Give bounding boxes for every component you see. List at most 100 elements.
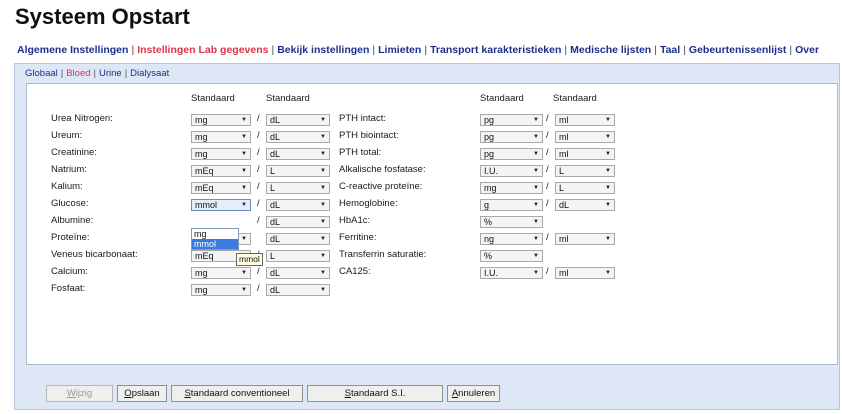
button-opslaan[interactable]: Opslaan	[117, 385, 167, 402]
left-per-select[interactable]: dL ▼	[266, 216, 330, 228]
sub-tab-2[interactable]: Urine	[96, 68, 125, 79]
sub-tab-1[interactable]: Bloed	[63, 68, 93, 79]
right-per-select[interactable]: ml ▼	[555, 148, 615, 160]
left-unit-select[interactable]: mmol ▼	[191, 199, 251, 211]
chevron-down-icon: ▼	[533, 185, 539, 191]
button-wijzig[interactable]: Wijzig	[46, 385, 113, 402]
main-tab-7[interactable]: Gebeurtenissenlijst	[686, 44, 789, 56]
left-unit-select[interactable]: mg ▼	[191, 131, 251, 143]
chevron-down-icon: ▼	[605, 151, 611, 157]
right-unit-select[interactable]: ng ▼	[480, 233, 543, 245]
chevron-down-icon: ▼	[605, 236, 611, 242]
left-per-select[interactable]: L ▼	[266, 182, 330, 194]
main-tab-5[interactable]: Medische lijsten	[567, 44, 654, 56]
right-unit-select[interactable]: g ▼	[480, 199, 543, 211]
sub-tab-0[interactable]: Globaal	[22, 68, 61, 79]
chevron-down-icon: ▼	[605, 202, 611, 208]
main-tab-3[interactable]: Limieten	[375, 44, 424, 56]
right-unit-select-value: pg	[484, 132, 495, 142]
left-unit-select-value: mEq	[195, 183, 214, 193]
chevron-down-icon: ▼	[533, 202, 539, 208]
unit-separator: /	[257, 181, 260, 192]
left-per-select[interactable]: L ▼	[266, 165, 330, 177]
left-unit-select[interactable]: mEq ▼	[191, 182, 251, 194]
left-row-label: Calcium:	[51, 266, 88, 277]
unit-separator: /	[546, 232, 549, 243]
right-unit-select[interactable]: I.U. ▼	[480, 267, 543, 279]
left-unit-select[interactable]: mg ▼	[191, 114, 251, 126]
right-row-label: HbA1c:	[339, 215, 371, 226]
main-tab-2[interactable]: Bekijk instellingen	[274, 44, 372, 56]
unit-separator: /	[257, 215, 260, 226]
right-unit-select-value: ng	[484, 234, 495, 244]
chevron-down-icon: ▼	[320, 236, 326, 242]
left-per-select[interactable]: dL ▼	[266, 199, 330, 211]
button-standaard-s-i-[interactable]: Standaard S.I.	[307, 385, 443, 402]
right-per-select[interactable]: L ▼	[555, 165, 615, 177]
left-unit-select[interactable]: mEq ▼	[191, 165, 251, 177]
unit-separator: /	[546, 164, 549, 175]
main-tab-6[interactable]: Taal	[657, 44, 683, 56]
left-per-select-value: dL	[270, 234, 281, 244]
left-row-label: Natrium:	[51, 164, 87, 175]
left-per-select[interactable]: dL ▼	[266, 114, 330, 126]
right-unit-select[interactable]: % ▼	[480, 250, 543, 262]
main-tab-8[interactable]: Over	[792, 44, 822, 56]
left-unit-select[interactable]: mg ▼	[191, 284, 251, 296]
chevron-down-icon: ▼	[605, 134, 611, 140]
main-tab-0[interactable]: Algemene Instellingen	[14, 44, 131, 56]
left-per-select[interactable]: dL ▼	[266, 284, 330, 296]
chevron-down-icon: ▼	[533, 117, 539, 123]
right-per-select[interactable]: dL ▼	[555, 199, 615, 211]
chevron-down-icon: ▼	[533, 253, 539, 259]
left-row-label: Urea Nitrogen:	[51, 113, 113, 124]
right-per-select[interactable]: ml ▼	[555, 233, 615, 245]
right-unit-select-value: mg	[484, 183, 497, 193]
main-tab-1[interactable]: Instellingen Lab gegevens	[134, 44, 271, 56]
right-row-label: Ferritine:	[339, 232, 377, 243]
right-unit-select[interactable]: pg ▼	[480, 114, 543, 126]
unit-separator: /	[257, 198, 260, 209]
glucose-unit-dropdown-list[interactable]: mg mmol	[191, 228, 239, 250]
left-per-select[interactable]: dL ▼	[266, 267, 330, 279]
right-row-label: PTH biointact:	[339, 130, 399, 141]
left-per-select[interactable]: dL ▼	[266, 131, 330, 143]
left-unit-select[interactable]: mg ▼	[191, 148, 251, 160]
right-per-select[interactable]: ml ▼	[555, 267, 615, 279]
right-unit-select-value: pg	[484, 115, 495, 125]
left-per-column-header: Standaard	[266, 93, 310, 104]
right-unit-select[interactable]: % ▼	[480, 216, 543, 228]
right-unit-select[interactable]: I.U. ▼	[480, 165, 543, 177]
left-per-select-value: dL	[270, 268, 281, 278]
right-per-select-value: ml	[559, 234, 569, 244]
left-unit-column-header: Standaard	[191, 93, 235, 104]
right-per-select[interactable]: L ▼	[555, 182, 615, 194]
main-tab-4[interactable]: Transport karakteristieken	[427, 44, 564, 56]
dropdown-option-mg[interactable]: mg	[192, 229, 238, 239]
chevron-down-icon: ▼	[533, 168, 539, 174]
right-unit-select[interactable]: mg ▼	[480, 182, 543, 194]
left-row-label: Creatinine:	[51, 147, 97, 158]
left-row-label: Proteïne:	[51, 232, 90, 243]
left-unit-select[interactable]: mg ▼	[191, 267, 251, 279]
left-per-select[interactable]: dL ▼	[266, 233, 330, 245]
right-unit-select[interactable]: pg ▼	[480, 148, 543, 160]
left-row-label: Albumine:	[51, 215, 94, 226]
right-unit-select[interactable]: pg ▼	[480, 131, 543, 143]
chevron-down-icon: ▼	[241, 270, 247, 276]
chevron-down-icon: ▼	[320, 185, 326, 191]
left-per-select[interactable]: L ▼	[266, 250, 330, 262]
right-unit-select-value: %	[484, 217, 493, 227]
right-unit-column-header: Standaard	[480, 93, 524, 104]
chevron-down-icon: ▼	[533, 134, 539, 140]
left-per-select[interactable]: dL ▼	[266, 148, 330, 160]
dropdown-option-mmol[interactable]: mmol	[192, 239, 238, 249]
right-per-select[interactable]: ml ▼	[555, 131, 615, 143]
left-unit-select-value: mg	[195, 115, 208, 125]
button-standaard-conventioneel[interactable]: Standaard conventioneel	[171, 385, 303, 402]
button-annuleren[interactable]: Annuleren	[447, 385, 500, 402]
right-per-select[interactable]: ml ▼	[555, 114, 615, 126]
unit-separator: /	[546, 198, 549, 209]
chevron-down-icon: ▼	[241, 185, 247, 191]
sub-tab-3[interactable]: Dialysaat	[127, 68, 172, 79]
